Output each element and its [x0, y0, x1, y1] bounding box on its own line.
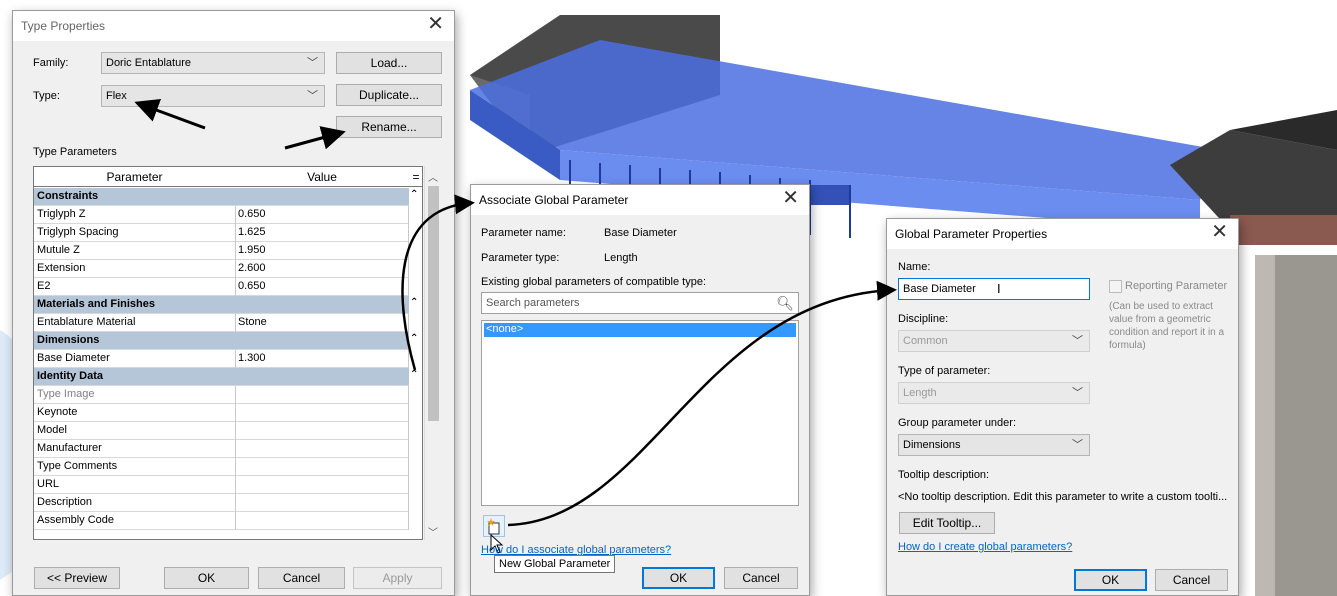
arrow-to-rename: [284, 126, 346, 150]
arrow-to-type: [134, 98, 206, 130]
arrow-to-global-properties: [507, 280, 897, 527]
arrow-to-associate: [401, 194, 475, 371]
annotation-arrows: [134, 98, 897, 527]
